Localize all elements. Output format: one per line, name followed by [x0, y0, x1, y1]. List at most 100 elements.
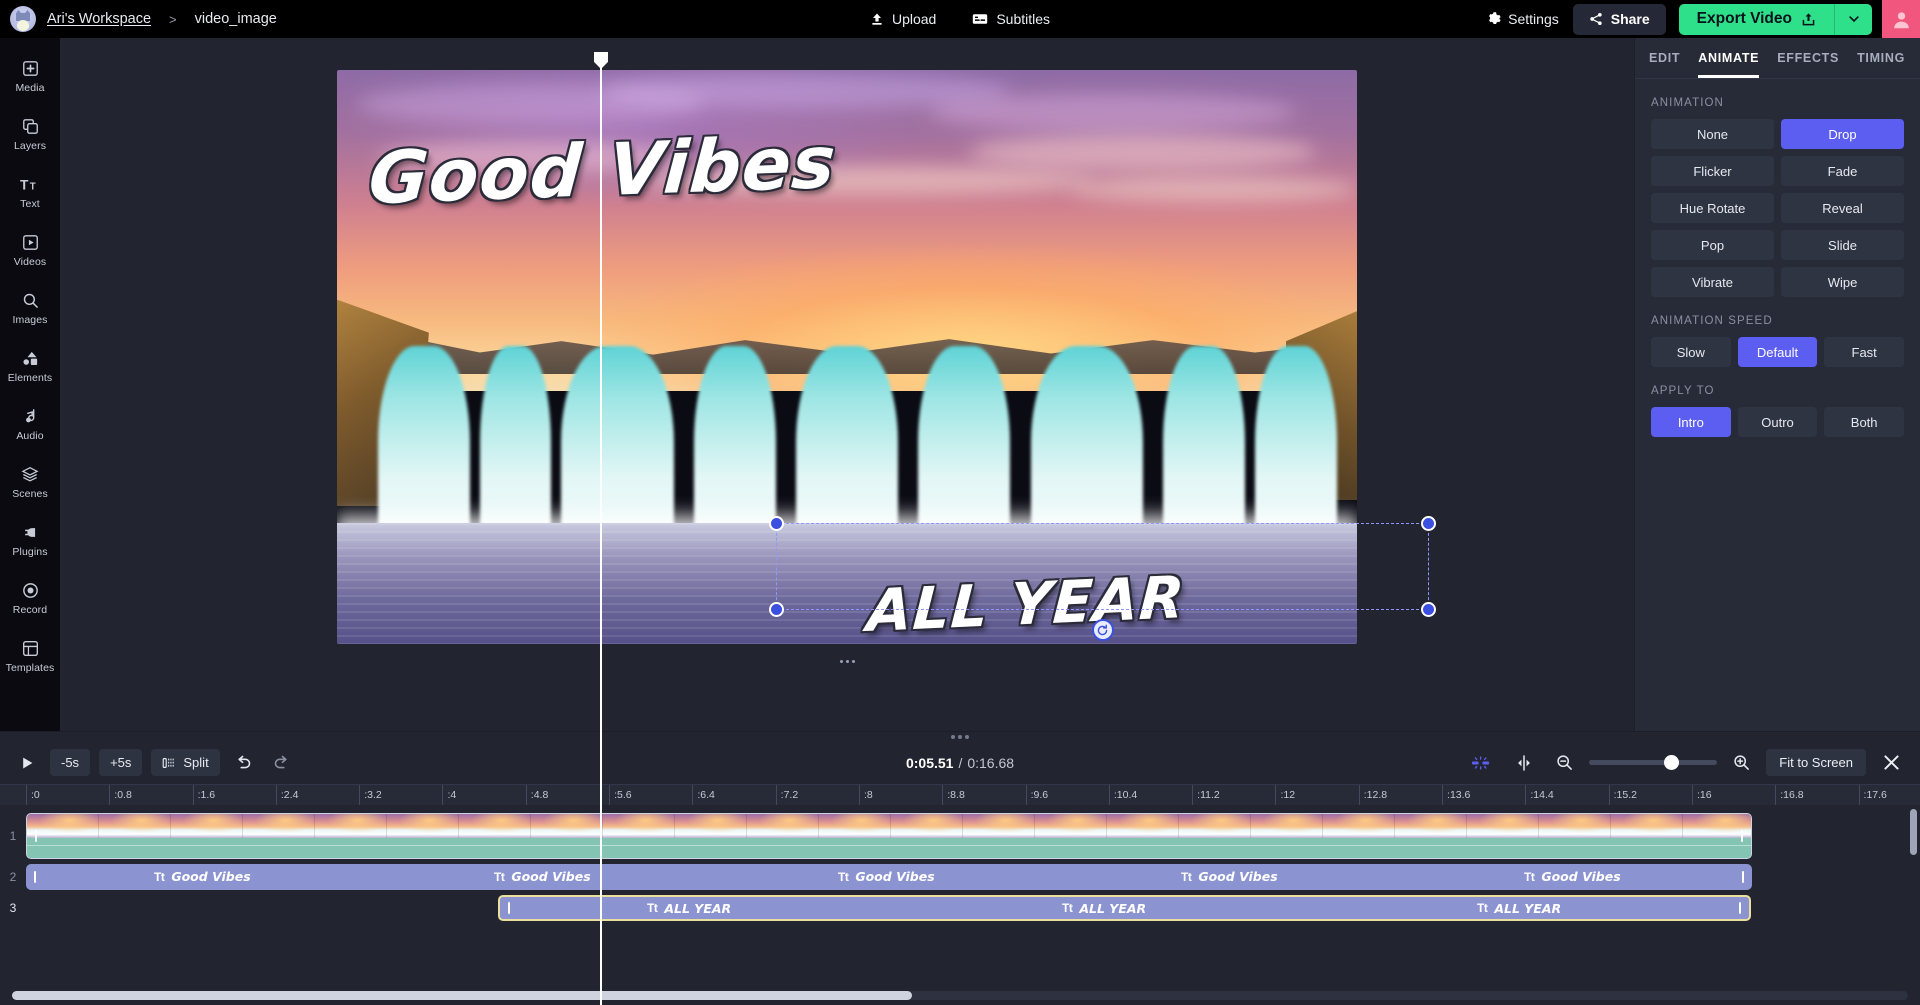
speed-option-default[interactable]: Default — [1737, 337, 1818, 367]
export-options-dropdown[interactable] — [1834, 3, 1872, 35]
speed-option-slow[interactable]: Slow — [1651, 337, 1731, 367]
clip-trim-handle-left[interactable] — [34, 870, 36, 883]
track-number: 2 — [9, 869, 17, 884]
clip-trim-handle-left[interactable] — [35, 829, 37, 842]
sidebar-item-text[interactable]: T T Text — [0, 164, 60, 220]
zoom-slider-knob[interactable] — [1663, 755, 1679, 770]
play-button[interactable] — [13, 749, 41, 777]
close-timeline-button[interactable] — [1876, 749, 1907, 777]
split-button[interactable]: Split — [151, 749, 220, 776]
animation-option-drop[interactable]: Drop — [1781, 119, 1904, 149]
apply-option-outro[interactable]: Outro — [1737, 407, 1818, 437]
tab-effects[interactable]: EFFECTS — [1777, 38, 1839, 78]
sidebar-label: Elements — [7, 371, 53, 384]
skip-forward-button[interactable]: +5s — [99, 749, 143, 776]
animate-panel-body: ANIMATION None Drop Flicker Fade Hue Rot… — [1635, 79, 1920, 437]
svg-text:T: T — [20, 177, 29, 192]
track-row: 1 — [0, 805, 1920, 861]
sidebar-item-audio[interactable]: Audio — [0, 396, 60, 452]
timeline-horizontal-scrollbar[interactable] — [12, 991, 1908, 1000]
apply-option-both[interactable]: Both — [1824, 407, 1904, 437]
sidebar-item-media[interactable]: Media — [0, 48, 60, 104]
undo-button[interactable] — [229, 749, 258, 777]
export-video-button[interactable]: Export Video — [1678, 3, 1834, 35]
clip-trim-handle-right[interactable] — [1739, 902, 1741, 914]
scrollbar-thumb[interactable] — [12, 991, 912, 1000]
clip-title: ALL YEAR — [664, 900, 732, 916]
current-time: 0:05.51 — [905, 754, 954, 771]
selection-bounding-box[interactable] — [769, 516, 1436, 641]
breadcrumb: Ari's Workspace > video_image — [0, 6, 277, 32]
speed-option-fast[interactable]: Fast — [1824, 337, 1904, 367]
tab-timing[interactable]: TIMING — [1857, 38, 1905, 78]
clip-trim-handle-left[interactable] — [508, 902, 510, 914]
sidebar-item-images[interactable]: Images — [0, 280, 60, 336]
sidebar-item-plugins[interactable]: Plugins — [0, 512, 60, 568]
canvas-text-top[interactable]: Good Vibes — [366, 120, 839, 221]
media-icon — [22, 60, 38, 76]
split-view-button[interactable] — [1508, 749, 1540, 777]
upload-button[interactable]: Upload — [870, 11, 936, 27]
clip-label: Tt ALL YEAR — [647, 901, 731, 916]
skip-back-button[interactable]: -5s — [50, 749, 91, 776]
timeline-resize-grip[interactable] — [0, 732, 1920, 741]
top-bar: Ari's Workspace > video_image Upload Sub… — [0, 0, 1920, 38]
record-icon — [22, 582, 38, 598]
animation-option-pop[interactable]: Pop — [1651, 230, 1774, 260]
fit-to-screen-button[interactable]: Fit to Screen — [1766, 749, 1866, 776]
text-type-icon: Tt — [1062, 901, 1073, 915]
resize-handle-top-left[interactable] — [769, 516, 784, 531]
clip-title: Good Vibes — [1541, 869, 1621, 884]
animation-options-grid: None Drop Flicker Fade Hue Rotate Reveal… — [1651, 119, 1904, 297]
clip-trim-handle-right[interactable] — [1741, 829, 1743, 842]
timeline: -5s +5s Split 0:05.51 / 0:16.68 Fit to S… — [0, 52, 1920, 1005]
animation-option-fade[interactable]: Fade — [1781, 156, 1904, 186]
clip-trim-handle-right[interactable] — [1742, 870, 1744, 883]
clip-title: Good Vibes — [855, 869, 935, 884]
zoom-in-button[interactable] — [1727, 749, 1756, 777]
animation-option-hue-rotate[interactable]: Hue Rotate — [1651, 193, 1774, 223]
redo-icon — [274, 755, 287, 769]
sidebar-item-scenes[interactable]: Scenes — [0, 454, 60, 510]
layers-icon — [22, 118, 38, 134]
sidebar-item-record[interactable]: Record — [0, 570, 60, 626]
ruler-tick: :4.8 — [525, 785, 609, 805]
apply-to-group: Intro Outro Both — [1651, 407, 1904, 437]
workspace-link[interactable]: Ari's Workspace — [47, 11, 151, 27]
sidebar-item-layers[interactable]: Layers — [0, 106, 60, 162]
settings-button[interactable]: Settings — [1487, 11, 1559, 27]
text-clip-good-vibes[interactable]: Tt Good Vibes Tt Good Vibes Tt Good Vibe… — [26, 863, 1752, 890]
timeline-ruler[interactable]: :0 :0.8 :1.6 :2.4 :3.2 :4 :4.8 :5.6 :6.4… — [0, 784, 1920, 805]
clip-label: Tt Good Vibes — [154, 869, 251, 884]
tab-edit[interactable]: EDIT — [1649, 38, 1680, 78]
resize-handle-bottom-right[interactable] — [1421, 602, 1436, 617]
snap-markers-button[interactable] — [1464, 749, 1498, 777]
resize-handle-bottom-left[interactable] — [769, 602, 784, 617]
zoom-out-button[interactable] — [1550, 749, 1579, 777]
scenes-stack-icon — [21, 466, 39, 482]
animation-option-none[interactable]: None — [1651, 119, 1774, 149]
animation-option-wipe[interactable]: Wipe — [1781, 267, 1904, 297]
resize-handle-top-right[interactable] — [1421, 516, 1436, 531]
animation-option-reveal[interactable]: Reveal — [1781, 193, 1904, 223]
share-button[interactable]: Share — [1572, 3, 1666, 35]
animation-option-vibrate[interactable]: Vibrate — [1651, 267, 1774, 297]
redo-button[interactable] — [267, 749, 296, 777]
sidebar-item-templates[interactable]: Templates — [0, 628, 60, 684]
timeline-vertical-scrollbar[interactable] — [1910, 809, 1917, 855]
zoom-slider[interactable] — [1589, 755, 1718, 770]
images-search-icon — [23, 293, 38, 308]
sidebar-item-elements[interactable]: Elements — [0, 338, 60, 394]
animation-option-slide[interactable]: Slide — [1781, 230, 1904, 260]
ruler-tick: :13.6 — [1442, 785, 1525, 805]
subtitles-button[interactable]: Subtitles — [972, 11, 1050, 27]
animation-option-flicker[interactable]: Flicker — [1651, 156, 1774, 186]
apply-option-intro[interactable]: Intro — [1651, 407, 1731, 437]
tab-animate[interactable]: ANIMATE — [1698, 38, 1760, 78]
video-clip[interactable] — [26, 812, 1752, 859]
user-avatar[interactable] — [1882, 0, 1920, 38]
canvas-resize-grip[interactable] — [835, 656, 859, 666]
text-clip-all-year[interactable]: Tt ALL YEAR Tt ALL YEAR Tt ALL YEAR — [498, 895, 1751, 921]
sidebar-item-videos[interactable]: Videos — [0, 222, 60, 278]
rotate-handle[interactable] — [1091, 619, 1114, 641]
